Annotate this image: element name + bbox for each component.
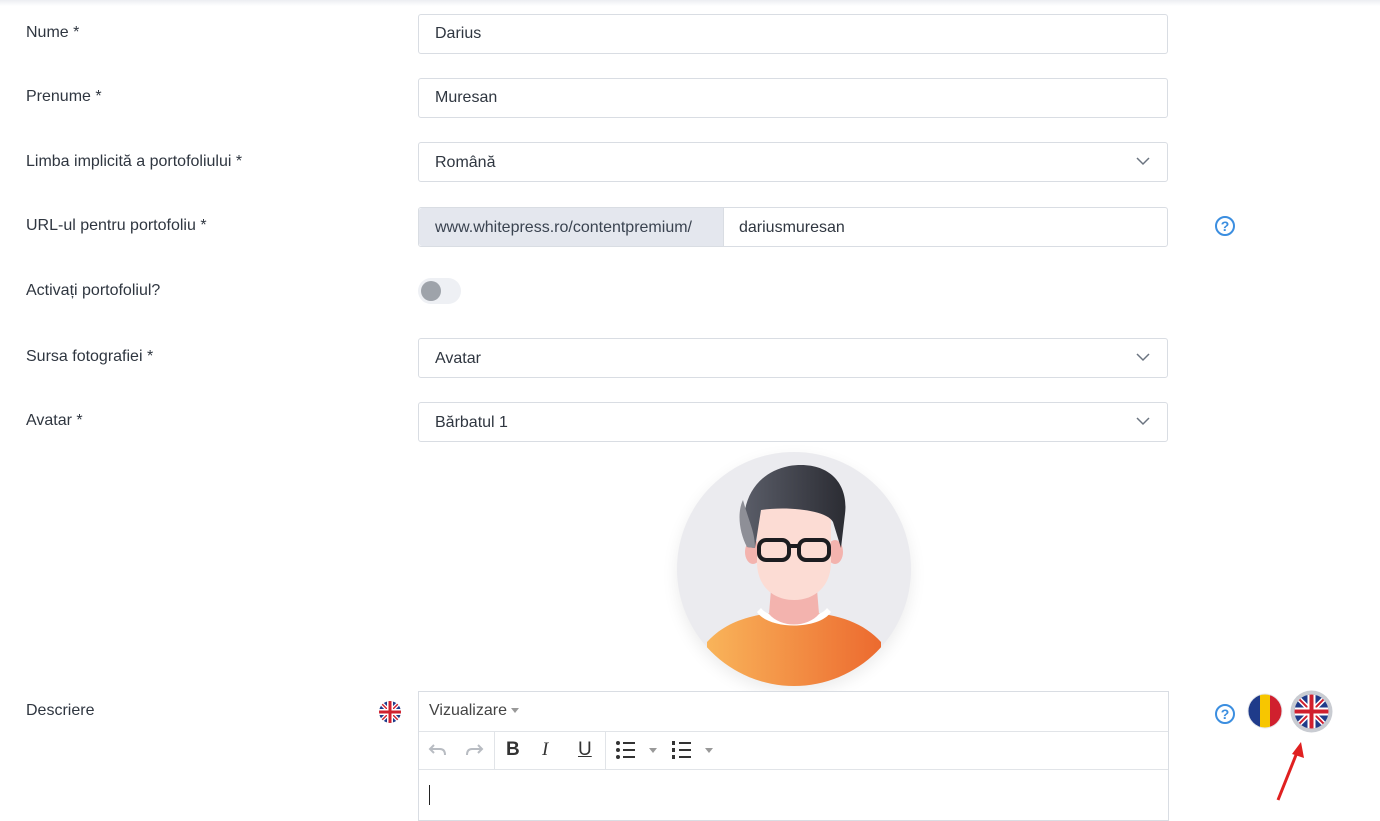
- question-circle-icon[interactable]: ?: [1215, 216, 1235, 236]
- chevron-down-icon: [1136, 353, 1150, 362]
- numbered-list-icon[interactable]: [671, 739, 693, 761]
- surname-field[interactable]: [418, 78, 1168, 118]
- caret-down-icon[interactable]: [649, 748, 657, 753]
- name-field[interactable]: [418, 14, 1168, 54]
- language-select[interactable]: Română: [418, 142, 1168, 182]
- chevron-down-icon: [1136, 157, 1150, 166]
- undo-icon[interactable]: [427, 739, 449, 761]
- redo-icon[interactable]: [463, 739, 485, 761]
- surname-input[interactable]: [419, 79, 1167, 117]
- toolbar-separator: [605, 731, 606, 769]
- flag-uk-selected-icon[interactable]: [1289, 689, 1334, 734]
- description-editor[interactable]: Vizualizare B I U: [418, 691, 1169, 821]
- toolbar-separator: [494, 731, 495, 769]
- text-cursor: [429, 785, 430, 805]
- description-label: Descriere: [26, 702, 95, 719]
- avatar-selected-value: Bărbatul 1: [435, 414, 508, 431]
- photo-source-selected-value: Avatar: [435, 350, 481, 367]
- activate-label: Activați portofoliul?: [26, 282, 161, 299]
- photo-source-label: Sursa fotografiei *: [26, 348, 154, 365]
- url-input-value[interactable]: dariusmuresan: [739, 219, 845, 237]
- avatar-image: [677, 452, 911, 686]
- name-input[interactable]: [419, 15, 1167, 53]
- red-arrow-annotation: [1276, 742, 1304, 801]
- toggle-knob: [421, 281, 441, 301]
- url-prefix-text: www.whitepress.ro/contentpremium/: [435, 219, 692, 236]
- chevron-down-icon: [1136, 417, 1150, 426]
- view-menu[interactable]: Vizualizare: [429, 702, 519, 720]
- name-label: Nume *: [26, 24, 80, 41]
- flag-uk-icon: [379, 701, 401, 723]
- underline-button[interactable]: U: [578, 739, 592, 761]
- view-menu-label: Vizualizare: [429, 702, 507, 719]
- avatar-label: Avatar *: [26, 412, 83, 429]
- bold-button[interactable]: B: [506, 739, 520, 761]
- editor-menubar: Vizualizare: [419, 692, 1168, 732]
- avatar-illustration: [707, 465, 881, 686]
- url-prefix: www.whitepress.ro/contentpremium/: [419, 208, 724, 246]
- url-label: URL-ul pentru portofoliu *: [26, 217, 207, 234]
- avatar-select[interactable]: Bărbatul 1: [418, 402, 1168, 442]
- surname-label: Prenume *: [26, 88, 102, 105]
- language-label: Limba implicită a portofoliului *: [26, 153, 243, 170]
- question-circle-icon[interactable]: ?: [1215, 704, 1235, 724]
- caret-down-icon[interactable]: [705, 748, 713, 753]
- url-field[interactable]: www.whitepress.ro/contentpremium/ darius…: [418, 207, 1168, 247]
- italic-button[interactable]: I: [542, 739, 548, 761]
- top-shadow: [0, 0, 1380, 6]
- language-selected-value: Română: [435, 154, 496, 171]
- bullet-list-icon[interactable]: [615, 739, 637, 761]
- photo-source-select[interactable]: Avatar: [418, 338, 1168, 378]
- editor-toolbar: B I U: [419, 731, 1168, 770]
- flag-ro-icon[interactable]: [1247, 693, 1283, 729]
- caret-down-icon: [510, 708, 519, 714]
- activate-toggle[interactable]: [418, 278, 461, 304]
